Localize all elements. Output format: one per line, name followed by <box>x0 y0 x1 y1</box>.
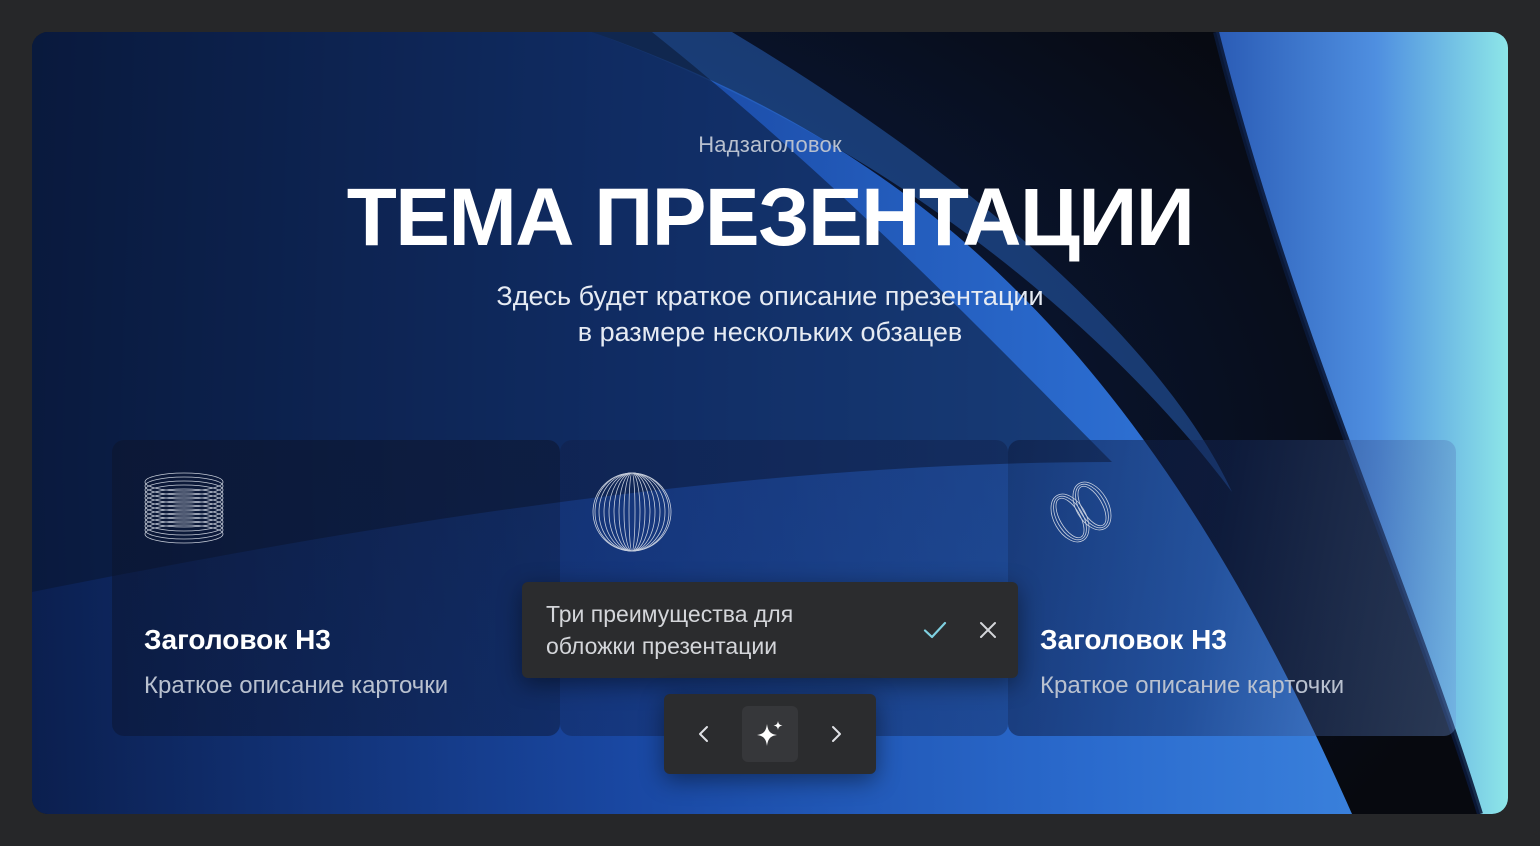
previous-button[interactable] <box>676 706 732 762</box>
card-title: Заголовок Н3 <box>144 624 331 655</box>
ai-generate-button[interactable] <box>742 706 798 762</box>
prompt-line: Три преимущества для <box>546 601 794 627</box>
confirm-button[interactable] <box>919 614 951 646</box>
slide-navigation-bar <box>664 694 876 774</box>
card-description: Краткое описание карточки <box>144 672 449 699</box>
description-line: в размере нескольких обзацев <box>577 317 963 347</box>
sparkle-icon <box>757 721 783 746</box>
chevron-right-icon <box>832 726 841 742</box>
slide-description: Здесь будет краткое описание презентации… <box>32 278 1508 350</box>
wireframe-sphere-icon <box>592 472 672 552</box>
slide-title: ТЕМА ПРЕЗЕНТАЦИИ <box>346 172 1195 263</box>
slide-overline: Надзаголовок <box>698 132 842 157</box>
stacked-rings-icon <box>144 472 224 544</box>
prompt-text[interactable]: Три преимущества для обложки презентации <box>546 598 906 662</box>
feature-card: Заголовок Н3 Краткое описание карточки <box>1008 440 1456 736</box>
card-title: Заголовок Н3 <box>1040 624 1227 655</box>
ai-prompt-bar: Три преимущества для обложки презентации <box>522 582 1018 678</box>
feature-card: Заголовок Н3 Краткое описание карточки <box>112 440 560 736</box>
presentation-slide: Надзаголовок ТЕМА ПРЕЗЕНТАЦИИ Здесь буде… <box>32 32 1508 814</box>
prompt-line: обложки презентации <box>546 633 778 659</box>
close-icon <box>980 622 996 638</box>
interlocked-rings-icon <box>1050 481 1112 543</box>
check-icon <box>923 621 947 639</box>
card-description: Краткое описание карточки <box>1040 672 1345 699</box>
dismiss-button[interactable] <box>972 614 1004 646</box>
chevron-left-icon <box>699 726 708 742</box>
description-line: Здесь будет краткое описание презентации <box>496 281 1044 311</box>
next-button[interactable] <box>808 706 864 762</box>
